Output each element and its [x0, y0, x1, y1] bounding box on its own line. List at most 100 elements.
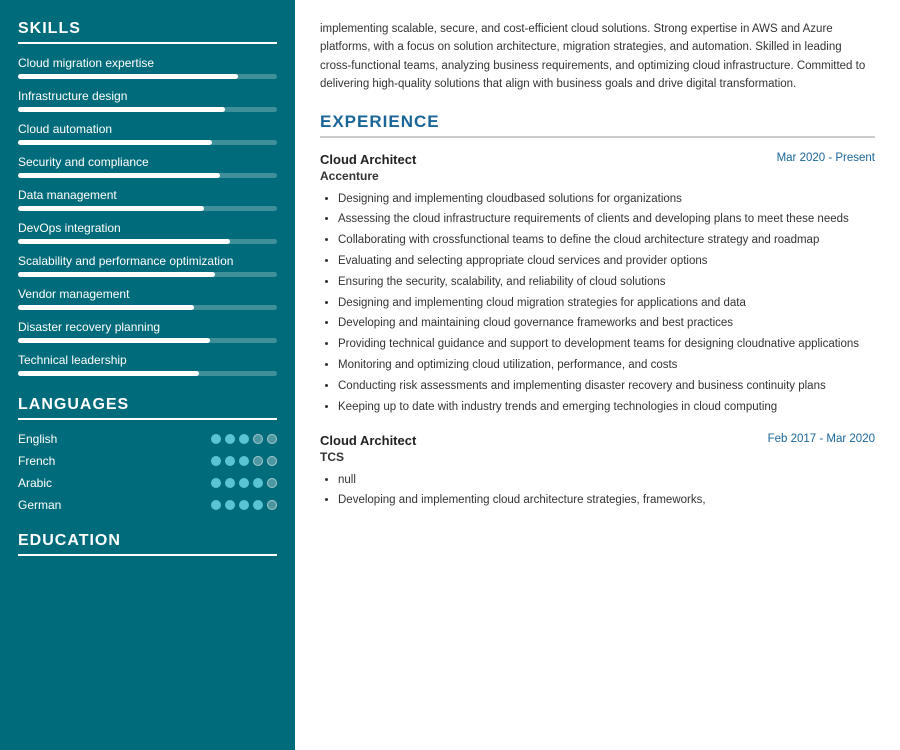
language-item: German: [18, 498, 277, 512]
dot-filled: [211, 456, 221, 466]
skill-bar-fill: [18, 74, 238, 79]
language-name: German: [18, 498, 88, 512]
dot-filled: [239, 478, 249, 488]
language-item: English: [18, 432, 277, 446]
dot-empty: [267, 500, 277, 510]
skill-item: Scalability and performance optimization: [18, 254, 277, 277]
languages-section: LANGUAGES English French Arabic German: [18, 396, 277, 512]
skill-label: Infrastructure design: [18, 89, 277, 103]
dot-filled: [239, 434, 249, 444]
skill-bar-bg: [18, 140, 277, 145]
skill-bar-fill: [18, 305, 194, 310]
skill-label: Scalability and performance optimization: [18, 254, 277, 268]
skill-item: Infrastructure design: [18, 89, 277, 112]
skill-label: DevOps integration: [18, 221, 277, 235]
language-item: French: [18, 454, 277, 468]
dot-empty: [253, 434, 263, 444]
dot-empty: [267, 456, 277, 466]
language-name: Arabic: [18, 476, 88, 490]
job-company: Accenture: [320, 169, 875, 183]
skills-section-title: SKILLS: [18, 20, 277, 44]
bullet-item: Collaborating with crossfunctional teams…: [338, 232, 875, 250]
language-dots: [211, 500, 277, 510]
bullet-item: Monitoring and optimizing cloud utilizat…: [338, 357, 875, 375]
jobs-list: Cloud Architect Mar 2020 - Present Accen…: [320, 152, 875, 511]
skill-bar-bg: [18, 305, 277, 310]
dot-filled: [211, 500, 221, 510]
skill-label: Cloud migration expertise: [18, 56, 277, 70]
job-header: Cloud Architect Mar 2020 - Present: [320, 152, 875, 167]
skill-bar-fill: [18, 371, 199, 376]
language-name: French: [18, 454, 88, 468]
language-dots: [211, 434, 277, 444]
dot-empty: [267, 434, 277, 444]
skill-item: Disaster recovery planning: [18, 320, 277, 343]
skill-bar-fill: [18, 173, 220, 178]
bullet-item: Conducting risk assessments and implemen…: [338, 378, 875, 396]
bullet-item: Ensuring the security, scalability, and …: [338, 274, 875, 292]
bullet-item: Providing technical guidance and support…: [338, 336, 875, 354]
skill-bar-bg: [18, 239, 277, 244]
dot-filled: [225, 456, 235, 466]
skill-label: Security and compliance: [18, 155, 277, 169]
education-section-title: EDUCATION: [18, 532, 277, 556]
skill-label: Vendor management: [18, 287, 277, 301]
skill-bar-bg: [18, 173, 277, 178]
language-dots: [211, 456, 277, 466]
bullet-item: Designing and implementing cloud migrati…: [338, 295, 875, 313]
main-content: implementing scalable, secure, and cost-…: [295, 0, 900, 750]
bullet-item: Designing and implementing cloudbased so…: [338, 191, 875, 209]
dot-filled: [225, 500, 235, 510]
bullet-item: Evaluating and selecting appropriate clo…: [338, 253, 875, 271]
skill-bar-fill: [18, 338, 210, 343]
dot-filled: [253, 500, 263, 510]
job-bullets: null Developing and implementing cloud ar…: [320, 472, 875, 511]
dot-empty: [253, 456, 263, 466]
experience-section-title: EXPERIENCE: [320, 112, 875, 138]
bullet-item: Keeping up to date with industry trends …: [338, 399, 875, 417]
job-title: Cloud Architect: [320, 152, 416, 167]
skill-bar-fill: [18, 206, 204, 211]
job-title: Cloud Architect: [320, 433, 416, 448]
skill-bar-fill: [18, 239, 230, 244]
skill-item: Security and compliance: [18, 155, 277, 178]
bullet-item: Developing and implementing cloud archit…: [338, 492, 875, 510]
skill-bar-bg: [18, 371, 277, 376]
language-dots: [211, 478, 277, 488]
resume-container: SKILLS Cloud migration expertise Infrast…: [0, 0, 900, 750]
bullet-item: null: [338, 472, 875, 490]
skill-bar-fill: [18, 140, 212, 145]
skill-bar-bg: [18, 338, 277, 343]
skill-bar-fill: [18, 107, 225, 112]
languages-section-title: LANGUAGES: [18, 396, 277, 420]
dot-filled: [225, 434, 235, 444]
skill-bar-bg: [18, 74, 277, 79]
skill-item: Technical leadership: [18, 353, 277, 376]
dot-filled: [211, 478, 221, 488]
job-bullets: Designing and implementing cloudbased so…: [320, 191, 875, 417]
skill-item: Cloud migration expertise: [18, 56, 277, 79]
job-entry: Cloud Architect Mar 2020 - Present Accen…: [320, 152, 875, 417]
skill-item: DevOps integration: [18, 221, 277, 244]
job-date: Mar 2020 - Present: [777, 152, 875, 164]
dot-filled: [253, 478, 263, 488]
skill-item: Cloud automation: [18, 122, 277, 145]
skill-bar-bg: [18, 272, 277, 277]
language-item: Arabic: [18, 476, 277, 490]
dot-filled: [239, 500, 249, 510]
job-company: TCS: [320, 450, 875, 464]
dot-filled: [239, 456, 249, 466]
language-name: English: [18, 432, 88, 446]
dot-empty: [267, 478, 277, 488]
job-entry: Cloud Architect Feb 2017 - Mar 2020 TCS …: [320, 433, 875, 511]
languages-list: English French Arabic German: [18, 432, 277, 512]
bullet-item: Assessing the cloud infrastructure requi…: [338, 211, 875, 229]
skill-bar-fill: [18, 272, 215, 277]
sidebar: SKILLS Cloud migration expertise Infrast…: [0, 0, 295, 750]
job-header: Cloud Architect Feb 2017 - Mar 2020: [320, 433, 875, 448]
summary-text: implementing scalable, secure, and cost-…: [320, 20, 875, 94]
skill-label: Data management: [18, 188, 277, 202]
skill-label: Cloud automation: [18, 122, 277, 136]
education-section: EDUCATION: [18, 532, 277, 556]
dot-filled: [211, 434, 221, 444]
